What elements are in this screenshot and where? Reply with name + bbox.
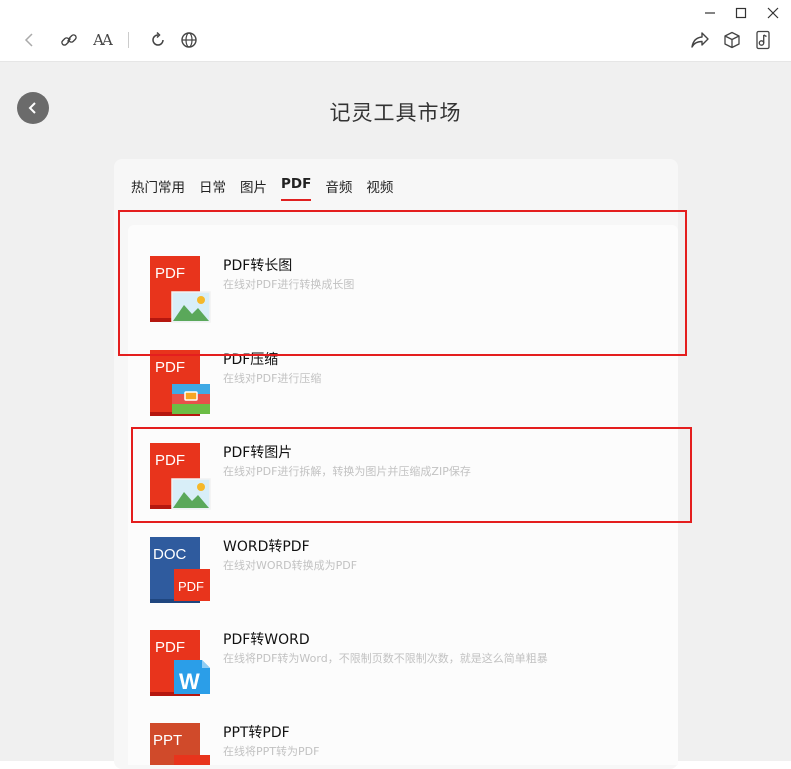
tab-image[interactable]: 图片 xyxy=(240,176,267,201)
tool-description: 在线将PPT转为PDF xyxy=(223,745,320,758)
nav-back-icon[interactable] xyxy=(17,28,41,52)
cube-icon[interactable] xyxy=(720,28,744,52)
link-icon[interactable] xyxy=(57,28,81,52)
icon-doc-text: DOC xyxy=(153,546,187,563)
tool-item-word-to-pdf[interactable]: DOC PDF WORD转PDF 在线对WORD转换成为PDF xyxy=(128,506,678,603)
toolbar-divider xyxy=(128,32,129,48)
tab-pdf[interactable]: PDF xyxy=(281,176,312,201)
tool-title: PDF转长图 xyxy=(223,258,293,274)
tab-daily[interactable]: 日常 xyxy=(199,176,226,201)
close-icon[interactable] xyxy=(761,4,785,22)
pdf-compress-icon: PDF xyxy=(150,350,210,416)
word-to-pdf-icon: DOC PDF xyxy=(150,537,210,603)
refresh-icon[interactable] xyxy=(146,28,170,52)
ppt-to-pdf-icon: PPT xyxy=(150,723,210,765)
tool-description: 在线对PDF进行压缩 xyxy=(223,372,322,385)
pdf-to-word-icon: PDF W xyxy=(150,630,210,696)
music-note-icon[interactable] xyxy=(751,28,775,52)
tool-description: 在线对PDF进行拆解，转换为图片并压缩成ZIP保存 xyxy=(223,465,471,478)
tool-description: 在线对WORD转换成为PDF xyxy=(223,559,358,572)
tool-title: PPT转PDF xyxy=(223,725,290,741)
icon-pdf-text: PDF xyxy=(155,639,185,656)
tool-title: PDF压缩 xyxy=(223,352,279,368)
tool-item-pdf-to-image[interactable]: PDF PDF转图片 在线对PDF进行拆解，转换为图片并压缩成ZIP保存 xyxy=(128,412,678,510)
font-size-icon[interactable]: AA xyxy=(89,28,115,52)
tool-title: WORD转PDF xyxy=(223,539,310,555)
icon-badge-text: W xyxy=(179,669,200,694)
tab-audio[interactable]: 音频 xyxy=(325,176,352,201)
pdf-to-image-icon: PDF xyxy=(150,443,211,510)
icon-badge-text: PDF xyxy=(178,579,204,594)
tab-video[interactable]: 视频 xyxy=(366,176,393,201)
tool-item-ppt-to-pdf[interactable]: PPT PPT转PDF 在线将PPT转为PDF xyxy=(128,692,678,765)
pdf-to-image-icon: PDF xyxy=(150,256,211,323)
maximize-icon[interactable] xyxy=(729,4,753,22)
category-tabs: 热门常用 日常 图片 PDF 音频 视频 xyxy=(131,176,407,201)
tool-title: PDF转WORD xyxy=(223,632,310,648)
icon-pdf-text: PDF xyxy=(155,265,185,282)
tool-description: 在线对PDF进行转换成长图 xyxy=(223,278,355,291)
tool-item-pdf-compress[interactable]: PDF PDF压缩 在线对PDF进行压缩 xyxy=(128,319,678,416)
font-size-label: AA xyxy=(93,31,113,49)
minimize-icon[interactable] xyxy=(698,4,722,22)
icon-pdf-text: PDF xyxy=(155,452,185,469)
icon-ppt-text: PPT xyxy=(153,732,182,749)
title-bar: AA xyxy=(0,0,791,62)
icon-pdf-text: PDF xyxy=(155,359,185,376)
tool-item-pdf-to-long-image[interactable]: PDF PDF转长图 在线对PDF进行转换成长图 xyxy=(128,225,678,323)
page-title: 记灵工具市场 xyxy=(329,101,462,125)
tool-item-pdf-to-word[interactable]: PDF W PDF转WORD 在线将PDF转为Word，不限制页数不限制次数，就… xyxy=(128,599,678,696)
share-icon[interactable] xyxy=(688,28,712,52)
globe-icon[interactable] xyxy=(177,28,201,52)
tab-hot[interactable]: 热门常用 xyxy=(131,176,185,201)
tool-title: PDF转图片 xyxy=(223,445,293,461)
tool-description: 在线将PDF转为Word，不限制页数不限制次数，就是这么简单粗暴 xyxy=(223,652,548,665)
tool-list: PDF PDF转长图 在线对PDF进行转换成长图 PDF PDF压缩 在线对PD… xyxy=(128,225,678,765)
